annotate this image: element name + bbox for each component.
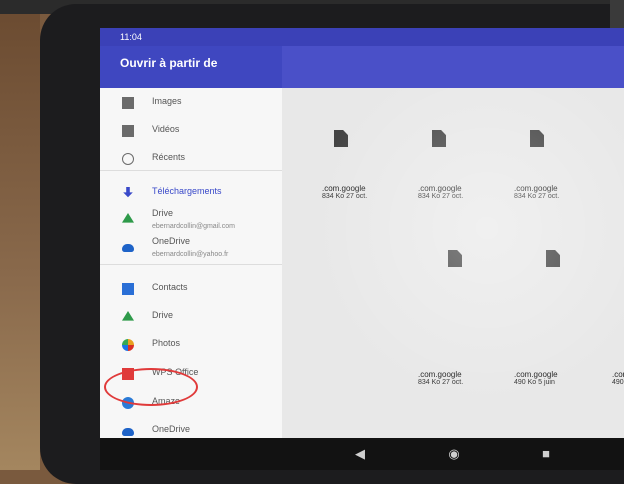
drawer-item-label: OneDrive [152,236,191,246]
file-name: .com.google [612,370,624,379]
drawer-item-vid-os[interactable]: Vidéos [100,116,282,146]
file-icon [448,250,462,267]
file-item[interactable]: .com.google 490 Ko 5 juin [514,370,594,386]
drawer-item-label: Récents [152,152,186,162]
app-bar [282,46,624,88]
recents-button[interactable]: ■ [536,444,556,464]
home-button[interactable]: ◉ [444,444,464,464]
file-item[interactable]: .com.google 490 Ko 5 juin [612,370,624,386]
drawer-item-label: Vidéos [152,124,180,134]
drawer-item-label: Drive [152,310,174,320]
red-highlight-circle [104,368,198,406]
drawer-item-label: Contacts [152,282,188,292]
onedrive-icon [122,428,134,436]
drawer-item-contacts[interactable]: Contacts [100,274,282,304]
drawer-item-account: ebernardcollin@yahoo.fr [152,251,229,258]
file-item[interactable]: .com.google 834 Ko 27 oct. [418,370,498,386]
file-icon [530,130,544,147]
file-icon [432,130,446,147]
file-name: .com.google [322,184,366,193]
status-bar: 11:04 [100,28,624,46]
contacts-icon [122,283,134,295]
file-grid: .com.google 834 Ko 27 oct. .com.google 8… [282,88,624,438]
back-button[interactable]: ◀ [350,444,370,464]
image-icon [122,97,134,109]
file-meta: 490 Ko 5 juin [514,379,555,386]
drawer-item-onedrive[interactable]: OneDrive [100,416,282,438]
background-wall [0,0,40,470]
video-icon [122,125,134,137]
drawer-item-photos[interactable]: Photos [100,330,282,360]
clock-icon [122,153,134,165]
file-name: .com.google [514,184,558,193]
file-meta: 834 Ko 27 oct. [418,379,464,386]
file-tile[interactable] [394,112,476,172]
drawer-item-onedrive[interactable]: OneDrive ebernardcollin@yahoo.fr [100,232,282,262]
system-nav-bar: ◀ ◉ ■ [100,438,624,470]
file-name: .com.google [418,184,462,193]
file-item[interactable]: .com.google 834 Ko 27 oct. [322,184,402,200]
drawer-divider [100,264,282,265]
drawer-divider [100,170,282,171]
file-item[interactable]: .com.google 834 Ko 27 oct. [514,184,594,200]
file-icon [546,250,560,267]
drawer-title: Ouvrir à partir de [120,56,218,70]
file-tile[interactable] [296,112,378,172]
file-name: .com.google [418,370,462,379]
drawer-item-account: ebernardcollin@gmail.com [152,223,235,230]
drawer-header: Ouvrir à partir de [100,46,282,88]
drawer-item-label: Photos [152,338,181,348]
file-meta: 490 Ko 5 juin [612,379,624,386]
drawer-item-drive[interactable]: Drive ebernardcollin@gmail.com [100,204,282,234]
file-item[interactable]: .com.google 834 Ko 27 oct. [418,184,498,200]
file-icon [334,130,348,147]
file-tile[interactable] [492,112,574,172]
file-name: .com.google [514,370,558,379]
drawer-item-label: Images [152,96,182,106]
file-meta: 834 Ko 27 oct. [514,193,560,200]
drawer-item-label: Téléchargements [152,186,222,196]
drawer-item-images[interactable]: Images [100,88,282,118]
drawer-item-label: OneDrive [152,424,191,434]
drawer-item-drive[interactable]: Drive [100,302,282,332]
file-meta: 834 Ko 27 oct. [322,193,368,200]
google-photos-icon [122,339,134,351]
download-icon [123,187,133,198]
google-drive-icon [122,311,134,321]
google-drive-icon [122,213,134,223]
file-meta: 834 Ko 27 oct. [418,193,464,200]
status-time: 11:04 [120,32,142,42]
drawer-item-label: Drive [152,208,174,218]
onedrive-icon [122,244,134,252]
